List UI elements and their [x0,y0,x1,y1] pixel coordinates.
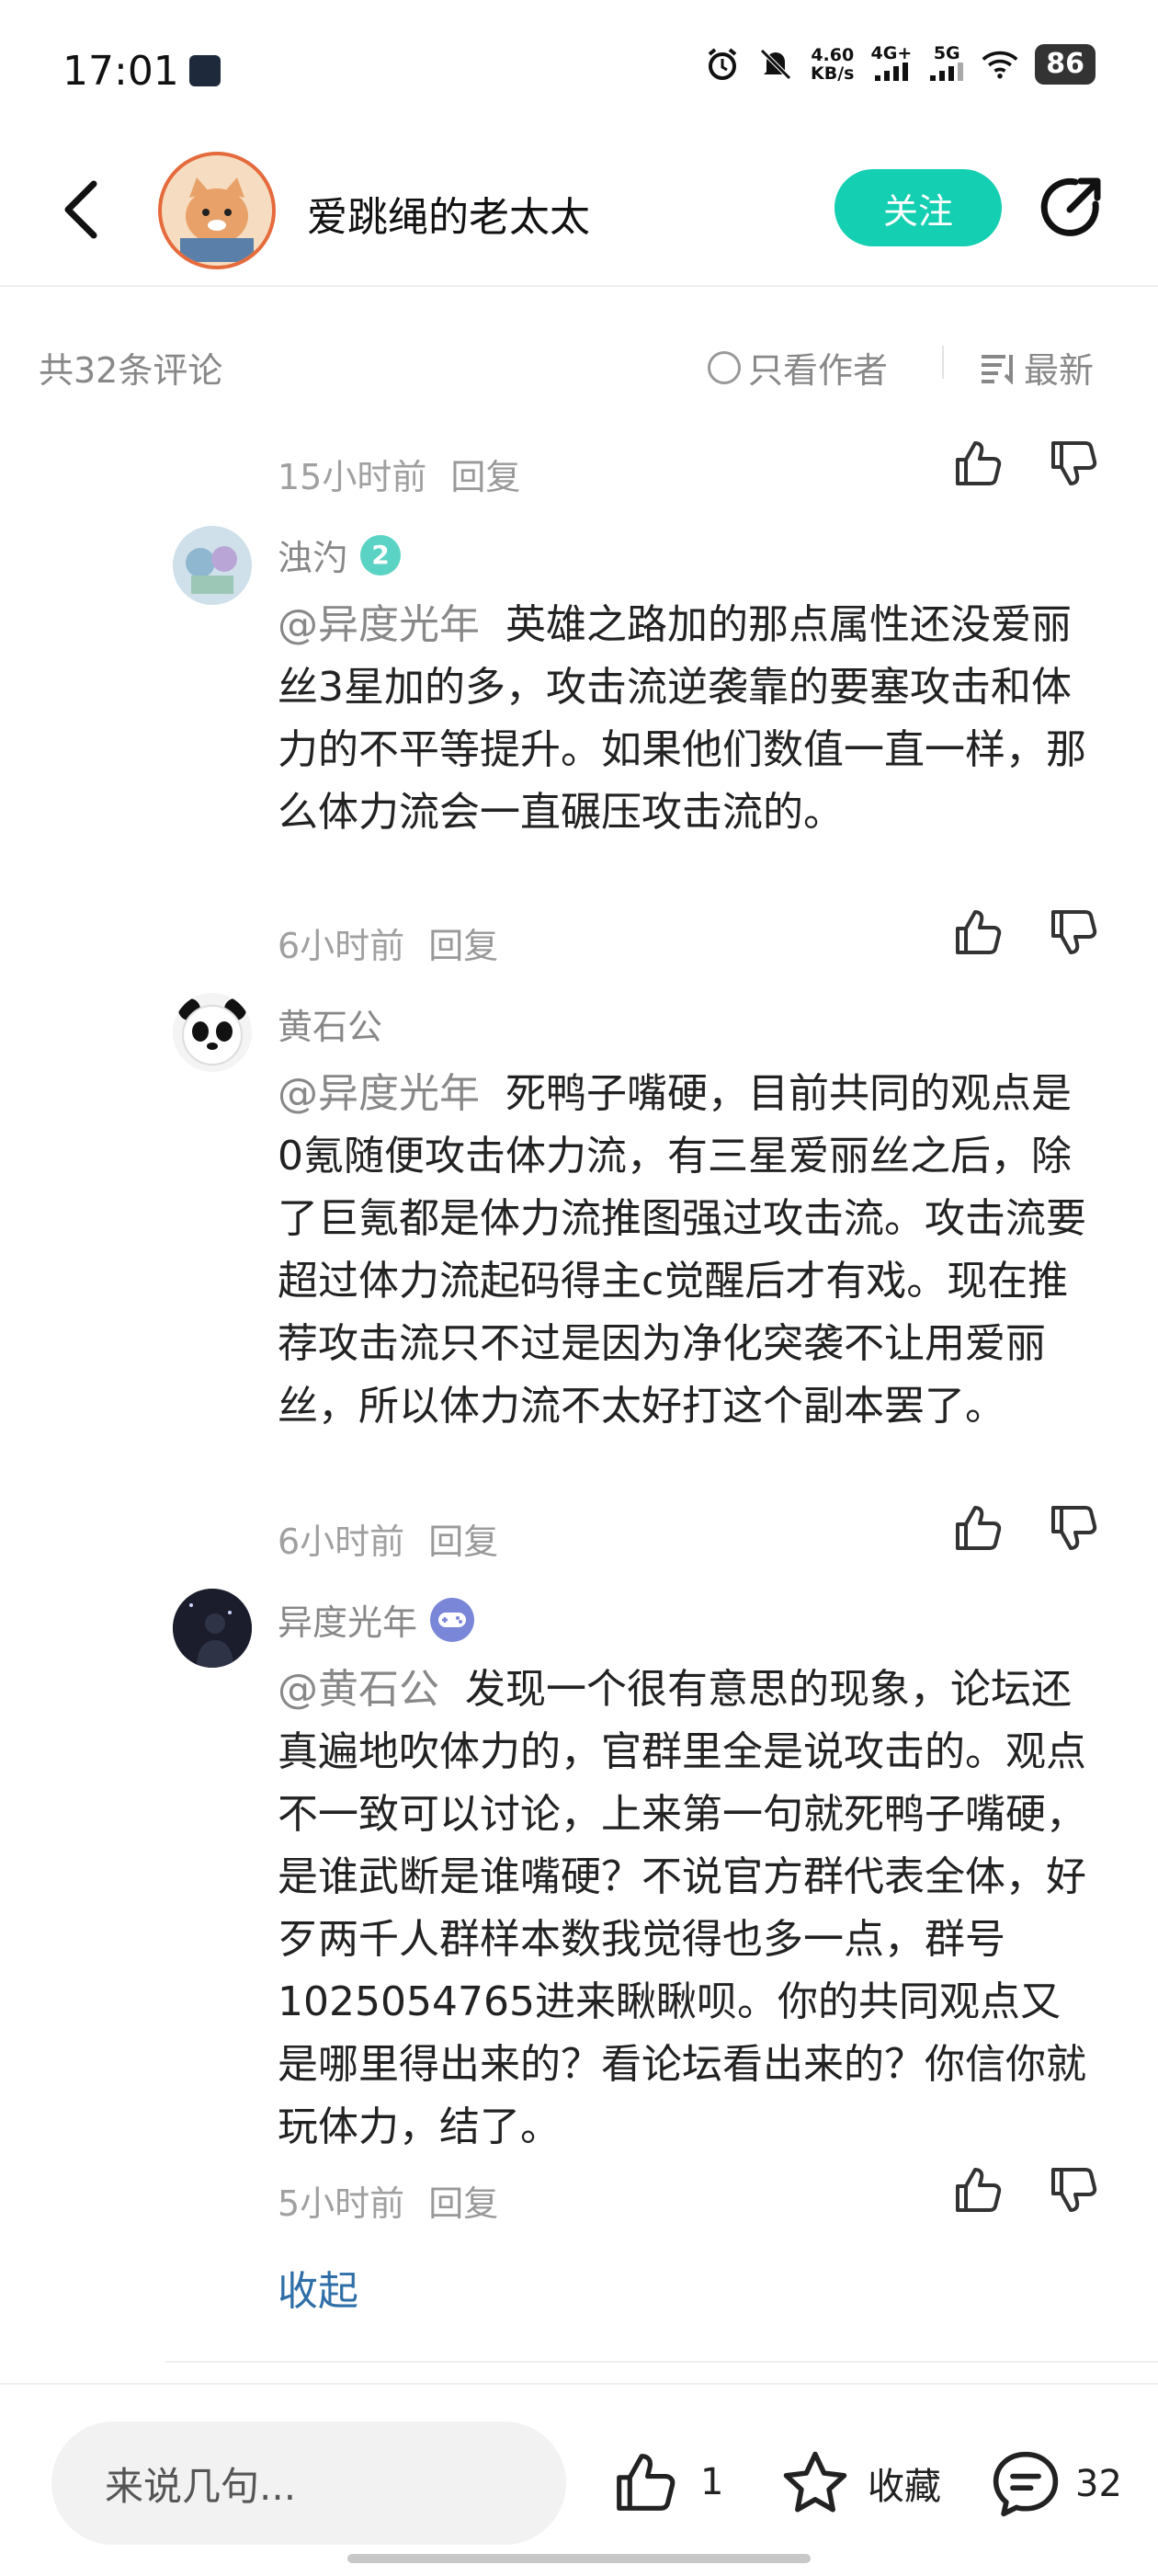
follow-button[interactable]: 关注 [834,169,1002,246]
reply-button[interactable]: 回复 [450,457,520,497]
comment-text: 发现一个很有意思的现象，论坛还真遍地吹体力的，官群里全是说攻击的。观点不一致可以… [278,1666,1086,2150]
mute-icon [757,46,794,83]
commenter-name[interactable]: 浊汋 2 [278,530,402,580]
author-avatar[interactable] [158,152,276,269]
reply-button[interactable]: 回复 [428,926,498,966]
thumbs-up-icon [956,441,1002,485]
comment-count: 32 [1075,2463,1122,2505]
thumbs-up-icon [956,2168,1002,2212]
reply-button[interactable]: 回复 [428,1522,498,1562]
thumbs-up-icon [617,2454,676,2511]
like-button[interactable] [952,906,1004,962]
author-name[interactable]: 爱跳绳的老太太 [307,184,590,243]
favorite-button[interactable]: 收藏 [779,2449,941,2517]
commenter-name-text: 黄石公 [278,1007,383,1047]
home-indicator[interactable] [347,2554,811,2563]
like-button[interactable] [952,2164,1004,2219]
wifi-icon [982,46,1018,83]
sort-icon [982,354,1013,384]
like-count: 1 [700,2461,724,2503]
author-only-toggle[interactable]: 只看作者 [708,342,888,393]
gamepad-icon [430,1597,475,1642]
comment-time: 15小时前 [278,457,427,497]
thumbs-up-icon [956,1506,1002,1550]
like-button[interactable] [952,438,1004,493]
signal-5g: 5G [928,44,965,85]
dislike-button[interactable] [1048,1502,1099,1557]
thumbs-down-icon [1051,910,1097,954]
like-post-button[interactable]: 1 [610,2449,723,2515]
share-button[interactable] [1037,173,1107,243]
level-badge: 2 [360,534,402,576]
comment-input[interactable]: 来说几句... [51,2422,566,2545]
sort-toggle[interactable]: 最新 [980,342,1094,393]
commenter-name[interactable]: 异度光年 [278,1594,475,1645]
signal-4g: 4G+ [871,44,912,85]
comment-meta: 5小时前 回复 [278,2175,498,2226]
comment-time: 6小时前 [278,1522,405,1562]
battery-indicator: 86 [1035,44,1096,85]
dislike-button[interactable] [1048,906,1099,962]
comment-meta: 6小时前 回复 [278,918,498,968]
mention[interactable]: @异度光年 [278,601,480,648]
sort-label: 最新 [1024,350,1095,391]
commenter-name[interactable]: 黄石公 [278,998,382,1049]
share-icon [1040,177,1101,236]
alarm-icon [704,46,741,83]
collapse-replies-link[interactable]: 收起 [278,2258,358,2317]
status-icons: 4.60 KB/s 4G+ 5G 86 [704,44,1096,85]
status-time: 17:01 [62,48,179,95]
avatar[interactable] [173,526,252,605]
comment-text: 死鸭子嘴硬，目前共同的观点是0氪随便攻击体力流，有三星爱丽丝之后，除了巨氪都是体… [278,1070,1086,1430]
comment-body: @异度光年 死鸭子嘴硬，目前共同的观点是0氪随便攻击体力流，有三星爱丽丝之后，除… [278,1063,1096,1438]
comment-time: 6小时前 [278,926,405,966]
thumbs-up-icon [956,910,1002,954]
thumbs-down-icon [1051,1506,1097,1550]
reply-button[interactable]: 回复 [428,2183,498,2224]
dislike-button[interactable] [1048,2164,1099,2219]
mention[interactable]: @异度光年 [278,1070,480,1117]
mention[interactable]: @黄石公 [278,1666,439,1713]
comment-meta: 6小时前 回复 [278,1513,498,1564]
avatar[interactable] [173,993,252,1072]
commenter-name-text: 异度光年 [278,1602,418,1643]
comment-body: @黄石公 发现一个很有意思的现象，论坛还真遍地吹体力的，官群里全是说攻击的。观点… [278,1658,1096,2159]
comment-bubble-icon [993,2451,1059,2517]
comment-body: @异度光年 英雄之路加的那点属性还没爱丽丝3星加的多，攻击流逆袭靠的要塞攻击和体… [278,594,1096,844]
comments-button[interactable]: 32 [989,2449,1122,2519]
radio-icon [708,350,741,384]
commenter-name-text: 浊汋 [278,538,348,578]
like-button[interactable] [952,1502,1004,1557]
divider [165,2361,1158,2363]
thumbs-down-icon [1051,441,1097,485]
comment-meta: 15小时前 回复 [278,449,520,499]
favorite-label: 收藏 [868,2466,941,2508]
avatar[interactable] [173,1589,252,1668]
comment-count: 共32条评论 [39,350,223,391]
dislike-button[interactable] [1048,438,1099,493]
network-speed: 4.60 KB/s [811,45,855,84]
comment-time: 5小时前 [278,2183,405,2224]
author-only-label: 只看作者 [748,350,889,391]
back-arrow-icon [64,180,97,239]
app-notification-icon [189,55,221,86]
star-icon [783,2451,847,2513]
back-button[interactable] [55,173,110,246]
thumbs-down-icon [1051,2168,1097,2212]
divider [942,346,944,379]
